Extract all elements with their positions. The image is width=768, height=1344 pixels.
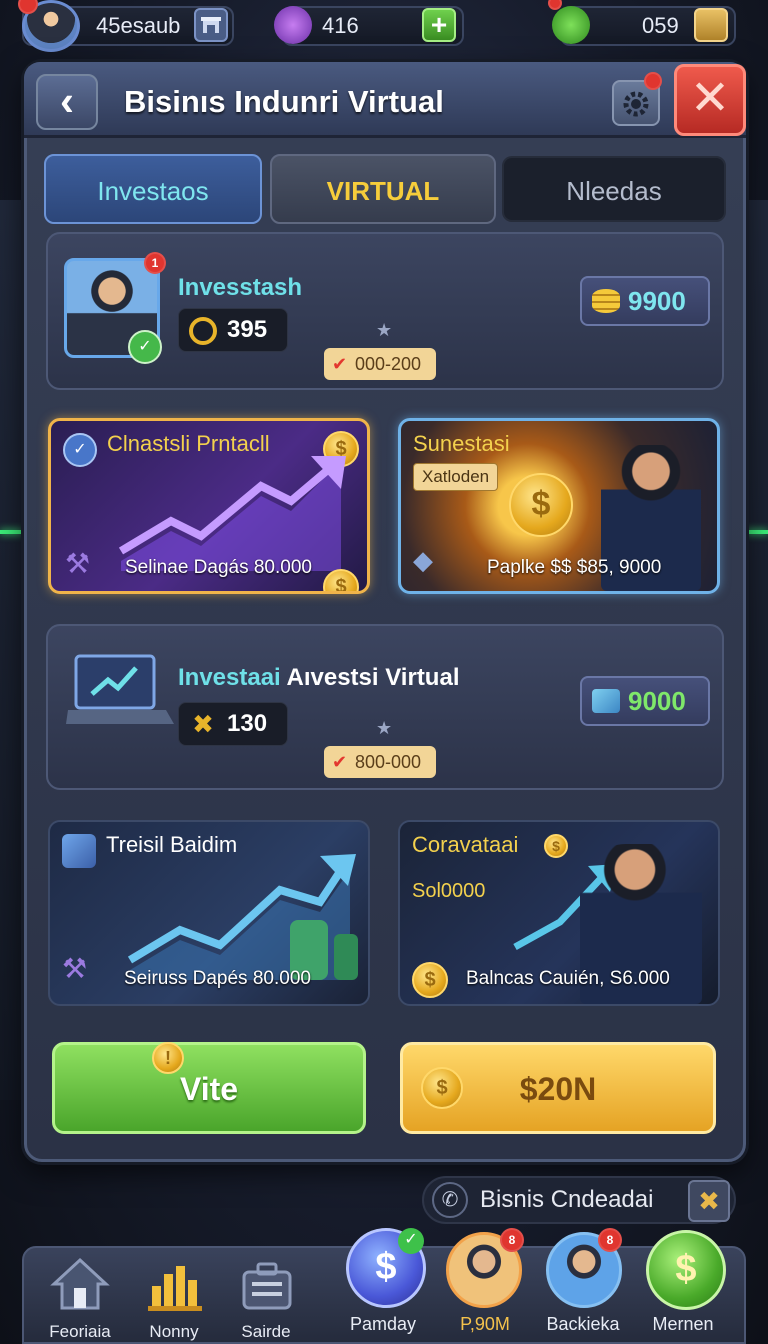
row-1-title: Invesstash [178, 274, 303, 301]
tool-icon: ⚒ [62, 953, 88, 984]
nav-item-nonny[interactable]: Nonny [132, 1252, 216, 1342]
big-coin-icon: $ [509, 473, 573, 537]
left-backdrop [0, 200, 22, 1100]
laptop-icon [66, 652, 174, 732]
row-2-title: Investaai Aıvestsi Virtual [178, 664, 459, 692]
nav-item-feoriaia[interactable]: Feoriaia [38, 1252, 122, 1342]
card-2-title: Sunestasi [413, 431, 510, 456]
row-1-range: 000-200 [324, 348, 436, 380]
tab-investaos[interactable]: Investaos [44, 154, 262, 224]
nav-label-feoriaia: Feoriaia [49, 1322, 111, 1341]
coin-icon: $ [544, 834, 568, 858]
check-icon: ✓ [128, 330, 162, 364]
business-info-label: Bisnis Cndeadai [480, 1186, 654, 1213]
advisor-badge: 8 [500, 1228, 524, 1252]
row-1-amount-value: 9900 [628, 286, 686, 316]
vite-button[interactable]: Vite [52, 1042, 366, 1134]
investment-row-2[interactable]: Investaai Aıvestsi Virtual ✖ 130 ★ 800-0… [46, 624, 724, 790]
row-2-title-a: Investaai [178, 664, 281, 691]
home-icon [48, 1252, 112, 1316]
nav-label-nonny: Nonny [149, 1322, 199, 1341]
gear-icon [623, 91, 649, 117]
row-2-range: 800-000 [324, 746, 436, 778]
nav-label-p90m: P,90M [460, 1314, 510, 1334]
backieka-badge: 8 [598, 1228, 622, 1252]
row-2-value: 130 [227, 710, 268, 737]
coin-icon: $ [421, 1067, 463, 1109]
feature-card-growth[interactable]: ✓ Clnastsli Prntacll $ ⚒ Selinae Dagás 8… [48, 418, 370, 594]
card-3-caption: Seiruss Dapés 80.000 [124, 968, 311, 989]
nav-label-backieka: Backieka [546, 1314, 620, 1334]
portrait-badge: 1 [144, 252, 166, 274]
cash-count: 059 [642, 13, 679, 38]
vault-icon[interactable] [694, 8, 728, 42]
row-2-title-b: Aıvestsi Virtual [286, 664, 460, 691]
card-4-sub: Sol0000 [412, 880, 486, 902]
nav-label-mernen: Mernen [652, 1314, 714, 1334]
close-button[interactable]: ✕ [674, 64, 746, 136]
cube-icon [62, 834, 96, 868]
back-button[interactable]: ‹ [36, 74, 98, 130]
tools-icon[interactable]: ✖ [688, 1180, 730, 1222]
row-1-value: 395 [227, 316, 268, 343]
row-2-amount[interactable]: 9000 [580, 676, 710, 726]
row-2-level: ✖ 130 [178, 702, 288, 746]
nav-item-sairde[interactable]: Sairde [224, 1252, 308, 1342]
card-1-caption: Selinae Dagás 80.000 [125, 557, 312, 578]
row-1-amount[interactable]: 9900 [580, 276, 710, 326]
business-info-pill[interactable]: ✆ Bisnis Cndeadai ✖ [422, 1176, 736, 1224]
bar-chart-icon [142, 1252, 206, 1316]
right-backdrop [746, 200, 768, 1100]
coin-icon: $ [323, 569, 359, 591]
chart-shape-icon: ◆ [413, 545, 433, 575]
cube-icon [592, 689, 620, 713]
row-1-level: 395 [178, 308, 288, 352]
growth-chart-graphic [118, 456, 346, 571]
briefcase-icon [234, 1252, 298, 1316]
card-4-caption: Balncas Cauién, S6.000 [466, 968, 670, 989]
coin-icon: ! [152, 1042, 184, 1074]
cash-icon [552, 6, 590, 44]
nav-mernen-dollar-icon[interactable]: $ [646, 1230, 726, 1310]
check-icon: ✓ [398, 1228, 424, 1254]
trend-chart-graphic [127, 854, 358, 980]
ring-icon [189, 317, 217, 345]
feature-card-corporate[interactable]: Coravataai $ Sol0000 $ Balncas Cauién, S… [398, 820, 720, 1006]
card-2-tag: Xatloden [413, 463, 499, 491]
coin-icon: $ [412, 962, 448, 998]
feature-card-investor[interactable]: Sunestasi Xatloden $ ◆ Paplke $$ $85, 90… [398, 418, 720, 594]
top-resource-bar: 45esaub 416 + 059 [0, 0, 768, 52]
star-icon: ★ [376, 718, 393, 738]
buy-price-button[interactable]: $ $20N [400, 1042, 716, 1134]
tab-nleedas[interactable]: Nleedas [502, 156, 726, 222]
buy-price-label: $20N [519, 1071, 597, 1107]
row-2-amount-value: 9000 [628, 686, 686, 716]
shop-icon[interactable] [194, 8, 228, 42]
investment-row-1[interactable]: 1 ✓ Invesstash 395 ★ 000-200 9900 [46, 232, 724, 390]
verified-icon: ✓ [63, 433, 97, 467]
add-gems-plus-icon[interactable]: + [422, 8, 456, 42]
card-4-title: Coravataai [412, 832, 519, 857]
phone-icon: ✆ [432, 1182, 468, 1218]
feature-card-trend[interactable]: Treisil Baidim ⚒ Seiruss Dapés 80.000 [48, 820, 370, 1006]
tools-icon: ✖ [192, 709, 214, 739]
gem-icon [274, 6, 312, 44]
nav-label-pamday: Pamday [349, 1314, 417, 1334]
card-2-caption: Paplke $$ $85, 9000 [487, 557, 662, 578]
nav-label-sairde: Sairde [241, 1322, 291, 1341]
star-icon: ★ [376, 320, 393, 340]
username-label: 45esaub [96, 13, 181, 38]
settings-badge [644, 72, 662, 90]
tool-icon: ⚒ [65, 548, 91, 579]
gems-count: 416 [322, 13, 359, 38]
tab-virtual[interactable]: VIRTUAL [270, 154, 496, 224]
panel-title: Bisinıs Indunri Virtual [124, 84, 444, 119]
coin-stack-icon [592, 289, 620, 313]
